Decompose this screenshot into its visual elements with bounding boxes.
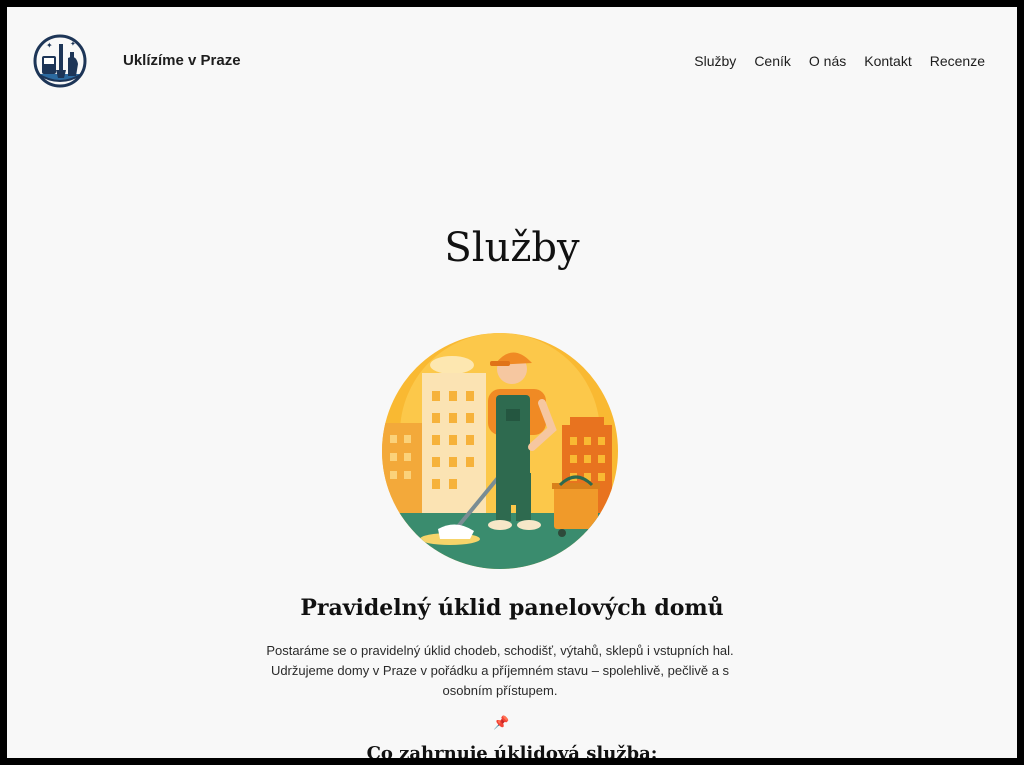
nav-item-kontakt[interactable]: Kontakt bbox=[864, 53, 911, 69]
janitor-mopping-illustration-icon bbox=[382, 333, 618, 569]
nav-item-sluzby[interactable]: Služby bbox=[694, 53, 736, 69]
section-title: Pravidelný úklid panelových domů bbox=[300, 595, 724, 621]
page: ✦ ✦ Uklízíme v Praze Služby Ceník O nás … bbox=[7, 7, 1017, 758]
svg-text:✦: ✦ bbox=[70, 40, 76, 48]
pushpin-icon: 📌 bbox=[493, 715, 510, 730]
nav-item-recenze[interactable]: Recenze bbox=[930, 53, 985, 69]
cleaning-supplies-logo-icon[interactable]: ✦ ✦ bbox=[32, 32, 88, 90]
nav-item-cenik[interactable]: Ceník bbox=[754, 53, 791, 69]
section-description: Postaráme se o pravidelný úklid chodeb, … bbox=[266, 643, 734, 698]
nav-item-o-nas[interactable]: O nás bbox=[809, 53, 846, 69]
svg-text:✦: ✦ bbox=[46, 41, 53, 50]
subsection-title: Co zahrnuje úklidová služba: bbox=[366, 743, 658, 758]
page-title: Služby bbox=[444, 225, 580, 271]
site-header: ✦ ✦ Uklízíme v Praze Služby Ceník O nás … bbox=[7, 7, 1017, 117]
site-title[interactable]: Uklízíme v Praze bbox=[123, 52, 241, 69]
main-nav: Služby Ceník O nás Kontakt Recenze bbox=[676, 53, 985, 69]
